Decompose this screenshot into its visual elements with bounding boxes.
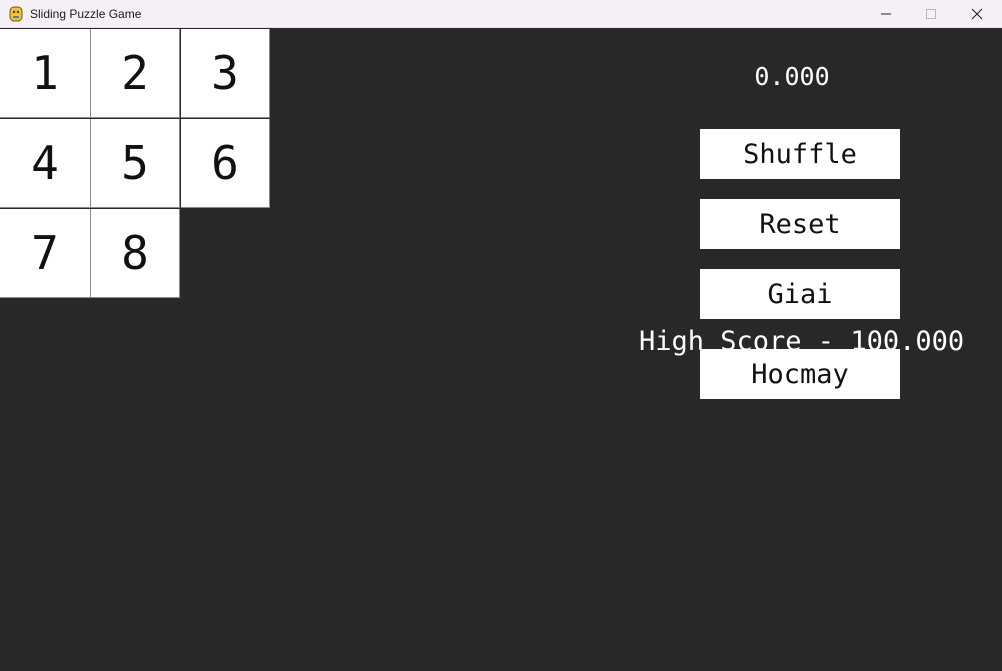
timer-display: 0.000 — [754, 62, 830, 91]
puzzle-tile[interactable]: 8 — [91, 209, 180, 298]
puzzle-tile[interactable]: 7 — [0, 209, 91, 298]
puzzle-tile[interactable]: 3 — [181, 29, 270, 118]
solve-button[interactable]: Giai — [700, 269, 900, 319]
window-title: Sliding Puzzle Game — [30, 7, 142, 21]
maximize-button[interactable] — [908, 0, 954, 28]
puzzle-tile[interactable]: 5 — [91, 119, 180, 208]
shuffle-button[interactable]: Shuffle — [700, 129, 900, 179]
game-canvas: 1 2 3 4 5 6 7 8 0.000 Shuffle Reset Giai… — [0, 29, 1002, 671]
minimize-button[interactable] — [863, 0, 909, 28]
python-icon — [9, 6, 23, 22]
puzzle-tile[interactable]: 6 — [181, 119, 270, 208]
puzzle-tile[interactable]: 1 — [0, 29, 91, 118]
title-bar: Sliding Puzzle Game — [0, 0, 1002, 28]
close-icon — [971, 8, 983, 20]
puzzle-tile[interactable]: 2 — [91, 29, 180, 118]
minimize-icon — [881, 13, 891, 15]
reset-button[interactable]: Reset — [700, 199, 900, 249]
maximize-icon — [926, 9, 936, 19]
close-button[interactable] — [954, 0, 1000, 28]
puzzle-tile[interactable]: 4 — [0, 119, 91, 208]
learn-button[interactable]: Hocmay — [700, 349, 900, 399]
